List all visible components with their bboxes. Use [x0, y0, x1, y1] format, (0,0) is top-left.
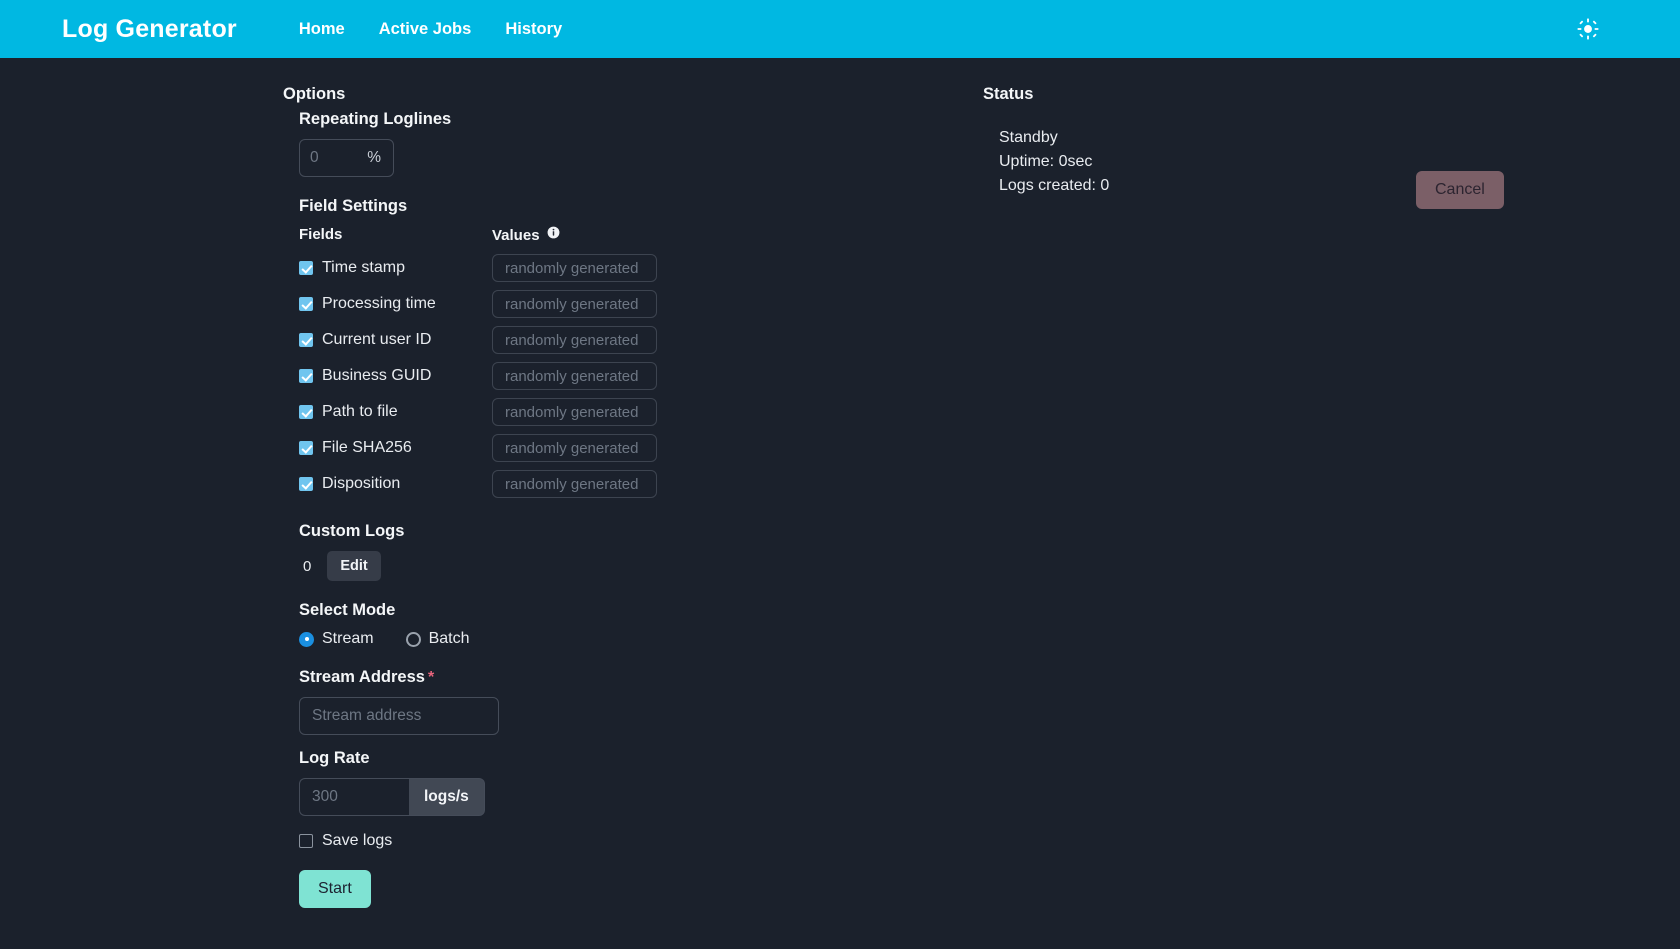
status-state: Standby	[999, 129, 1058, 146]
info-icon[interactable]	[547, 226, 560, 244]
field-label: Business GUID	[322, 367, 432, 384]
field-value-input[interactable]	[492, 434, 657, 462]
repeating-loglines-label: Repeating Loglines	[299, 110, 452, 128]
page-body: Options Repeating Loglines % Field Setti…	[0, 58, 1680, 949]
custom-logs-group: Custom Logs 0 Edit	[299, 522, 843, 581]
required-marker: *	[427, 669, 435, 686]
field-value-input[interactable]	[492, 470, 657, 498]
log-rate-field: logs/s	[299, 778, 843, 816]
stream-address-label: Stream Address *	[299, 668, 843, 687]
field-checkbox-processing-time[interactable]	[299, 297, 313, 311]
repeating-loglines-field[interactable]: %	[299, 139, 394, 177]
app-brand-title: Log Generator	[62, 14, 237, 43]
field-label: Disposition	[322, 475, 401, 492]
field-settings-title: Field Settings	[299, 197, 408, 215]
log-rate-group: Log Rate	[299, 749, 843, 768]
edit-custom-logs-button[interactable]: Edit	[327, 551, 381, 581]
values-column-header: Values	[492, 226, 540, 244]
field-value-input[interactable]	[492, 254, 657, 282]
table-row: Time stamp	[299, 250, 843, 286]
field-settings-header-row: Fields Values	[299, 226, 843, 244]
custom-logs-count: 0	[303, 557, 312, 575]
percent-unit-label: %	[367, 149, 381, 166]
start-button-wrap: Start	[299, 870, 843, 908]
table-row: Business GUID	[299, 358, 843, 394]
nav-link-active-jobs[interactable]: Active Jobs	[379, 20, 472, 39]
log-rate-label: Log Rate	[299, 749, 370, 767]
mode-option-stream[interactable]: Stream	[299, 630, 374, 648]
table-row: File SHA256	[299, 430, 843, 466]
sun-icon[interactable]	[1576, 17, 1600, 41]
cancel-button[interactable]: Cancel	[1416, 171, 1504, 209]
mode-option-batch[interactable]: Batch	[405, 630, 470, 648]
field-checkbox-file-sha256[interactable]	[299, 441, 313, 455]
field-checkbox-path-to-file[interactable]	[299, 405, 313, 419]
field-checkbox-disposition[interactable]	[299, 477, 313, 491]
field-checkbox-time-stamp[interactable]	[299, 261, 313, 275]
field-label: File SHA256	[322, 439, 412, 456]
repeating-loglines-input[interactable]	[300, 140, 368, 176]
select-mode-title: Select Mode	[299, 601, 396, 619]
stream-address-label-text: Stream Address	[299, 668, 425, 686]
mode-radio-batch[interactable]	[405, 631, 421, 647]
save-logs-label: Save logs	[322, 832, 393, 849]
fields-column-header: Fields	[299, 226, 343, 243]
mode-label: Stream	[322, 630, 374, 647]
table-row: Current user ID	[299, 322, 843, 358]
stream-address-group: Stream Address *	[299, 668, 843, 687]
log-rate-unit-button[interactable]: logs/s	[409, 778, 485, 816]
save-logs-row: Save logs	[299, 832, 843, 850]
field-label: Time stamp	[322, 259, 405, 276]
mode-radio-stream[interactable]	[299, 631, 314, 647]
field-checkbox-current-user-id[interactable]	[299, 333, 313, 347]
table-row: Path to file	[299, 394, 843, 430]
options-title: Options	[283, 85, 346, 103]
field-label: Current user ID	[322, 331, 432, 348]
field-settings-group: Field Settings	[299, 197, 843, 216]
table-row: Processing time	[299, 286, 843, 322]
table-row: Disposition	[299, 466, 843, 502]
primary-navigation: Home Active Jobs History	[299, 20, 562, 39]
top-navbar: Log Generator Home Active Jobs History	[0, 0, 1680, 58]
repeating-loglines-group: Repeating Loglines %	[299, 110, 843, 177]
field-value-input[interactable]	[492, 362, 657, 390]
mode-label: Batch	[428, 630, 470, 647]
log-rate-input[interactable]	[299, 778, 409, 816]
nav-link-history[interactable]: History	[505, 20, 562, 39]
mode-radio-group: Stream Batch	[299, 630, 843, 648]
save-logs-checkbox[interactable]	[299, 834, 313, 848]
custom-logs-title: Custom Logs	[299, 522, 405, 540]
field-value-input[interactable]	[492, 398, 657, 426]
start-button[interactable]: Start	[299, 870, 371, 908]
field-value-input[interactable]	[492, 326, 657, 354]
select-mode-group: Select Mode	[299, 601, 843, 620]
field-label: Path to file	[322, 403, 398, 420]
field-label: Processing time	[322, 295, 436, 312]
status-title: Status	[983, 85, 1034, 103]
field-value-input[interactable]	[492, 290, 657, 318]
field-checkbox-business-guid[interactable]	[299, 369, 313, 383]
stream-address-input[interactable]	[299, 697, 499, 735]
nav-link-home[interactable]: Home	[299, 20, 345, 39]
options-panel: Options Repeating Loglines % Field Setti…	[283, 85, 843, 908]
